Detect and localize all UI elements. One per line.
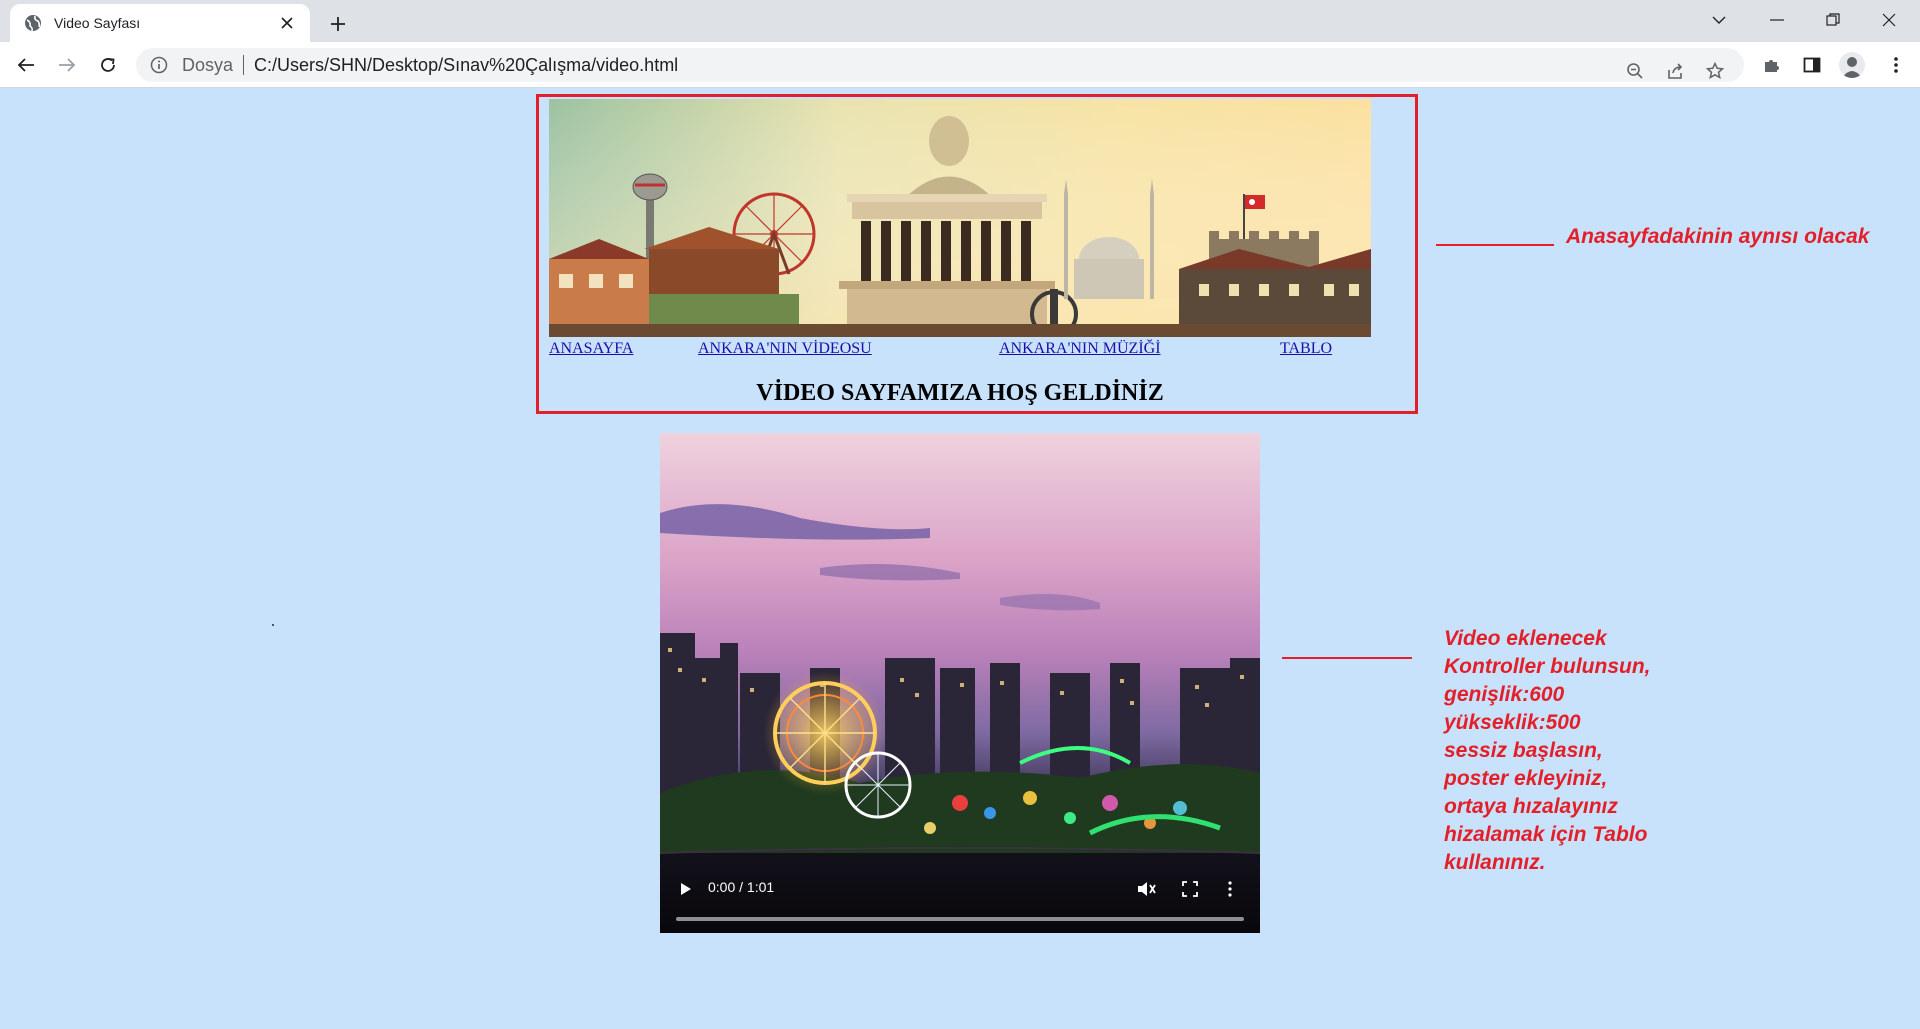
plus-icon[interactable] — [324, 10, 352, 38]
video-annotation: Video eklenecek Kontroller bulunsun, gen… — [1444, 625, 1764, 877]
header-annotation: Anasayfadakinin aynısı olacak — [1566, 225, 1870, 248]
video-annotation-line-4: yükseklik:500 — [1444, 711, 1581, 734]
reload-icon[interactable] — [92, 49, 124, 81]
restore-icon[interactable] — [1810, 4, 1856, 36]
globe-icon — [24, 14, 42, 32]
video-annotation-line-9: kullanınız. — [1444, 851, 1546, 874]
video-poster — [660, 433, 1260, 933]
video-more-icon[interactable] — [1216, 875, 1244, 903]
share-icon[interactable] — [1660, 56, 1690, 86]
video-time: 0:00 / 1:01 — [708, 879, 775, 895]
video-annotation-line-6: poster ekleyiniz, — [1444, 767, 1608, 790]
video-annotation-line-8: hizalamak için Tablo — [1444, 823, 1648, 846]
omnibox-separator — [243, 55, 245, 75]
video-annotation-line-2: Kontroller bulunsun, — [1444, 655, 1651, 678]
browser-toolbar: Dosya C:/Users/SHN/Desktop/Sınav%20Çalış… — [0, 42, 1920, 88]
page-heading: VİDEO SAYFAMIZA HOŞ GELDİNİZ — [756, 380, 1164, 406]
video-annotation-line — [1282, 657, 1412, 659]
video-annotation-line-7: ortaya hızalayınız — [1444, 795, 1618, 818]
stray-dot — [272, 624, 274, 626]
video-progress-bar[interactable] — [676, 917, 1244, 921]
side-panel-icon[interactable] — [1796, 49, 1828, 81]
kebab-menu-icon[interactable] — [1880, 49, 1912, 81]
muted-speaker-icon[interactable] — [1132, 875, 1160, 903]
page-viewport: ANASAYFA ANKARA'NIN VİDEOSU ANKARA'NIN M… — [0, 89, 1920, 1029]
video-annotation-line-3: genişlik:600 — [1444, 683, 1565, 706]
address-bar[interactable]: Dosya C:/Users/SHN/Desktop/Sınav%20Çalış… — [136, 48, 1744, 82]
header-annotation-line — [1436, 244, 1554, 246]
close-window-icon[interactable] — [1866, 4, 1912, 36]
zoom-out-icon[interactable] — [1620, 56, 1650, 86]
video-controls: 0:00 / 1:01 — [660, 863, 1260, 933]
profile-icon[interactable] — [1836, 49, 1868, 81]
browser-tab[interactable]: Video Sayfası — [10, 4, 310, 42]
back-arrow-icon[interactable] — [10, 49, 42, 81]
video-player[interactable]: 0:00 / 1:01 — [660, 433, 1260, 933]
nav-link-music[interactable]: ANKARA'NIN MÜZİĞİ — [999, 340, 1161, 358]
forward-arrow-icon[interactable] — [51, 49, 83, 81]
fullscreen-icon[interactable] — [1176, 875, 1204, 903]
banner-image — [549, 99, 1371, 337]
info-icon[interactable] — [150, 56, 168, 74]
video-annotation-line-1: Video eklenecek — [1444, 627, 1607, 650]
url-text[interactable]: C:/Users/SHN/Desktop/Sınav%20Çalışma/vid… — [254, 55, 678, 76]
nav-link-home[interactable]: ANASAYFA — [549, 340, 633, 358]
scheme-label: Dosya — [182, 54, 234, 75]
close-icon[interactable] — [276, 12, 298, 34]
browser-tabstrip: Video Sayfası — [0, 0, 1920, 42]
nav-link-video[interactable]: ANKARA'NIN VİDEOSU — [698, 340, 872, 358]
nav-link-table[interactable]: TABLO — [1280, 340, 1332, 358]
minimize-icon[interactable] — [1754, 4, 1800, 36]
play-icon[interactable] — [672, 875, 700, 903]
main-nav: ANASAYFA ANKARA'NIN VİDEOSU ANKARA'NIN M… — [549, 340, 1371, 360]
puzzle-icon[interactable] — [1756, 49, 1788, 81]
tab-title: Video Sayfası — [54, 15, 141, 31]
star-icon[interactable] — [1700, 56, 1730, 86]
tab-search-icon[interactable] — [1696, 4, 1742, 36]
video-annotation-line-5: sessiz başlasın, — [1444, 739, 1603, 762]
